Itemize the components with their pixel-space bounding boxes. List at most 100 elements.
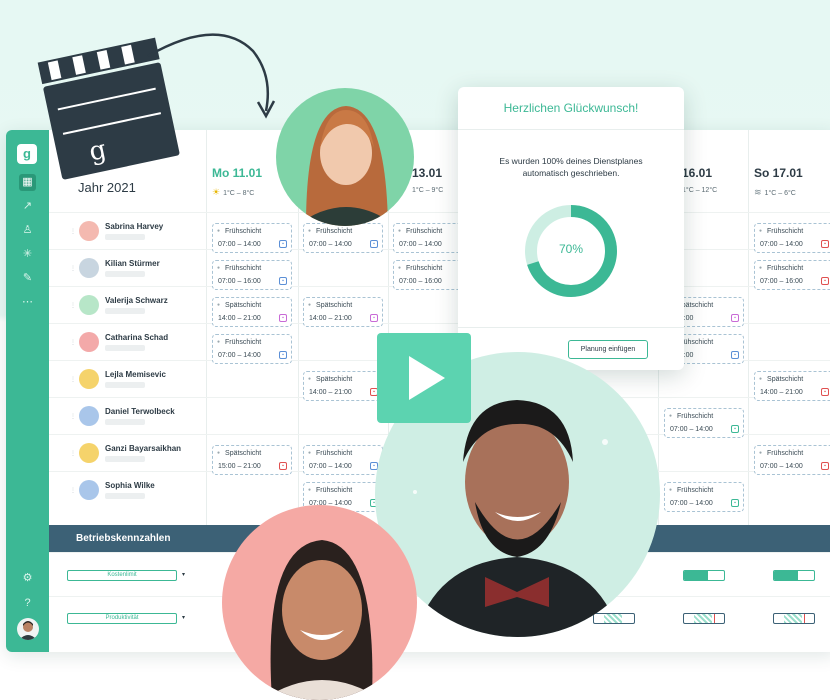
user-icon[interactable]: ♙ [19, 222, 36, 239]
shift-badge-icon: ▪ [279, 314, 287, 322]
shift-badge-icon: ▪ [821, 277, 829, 285]
shift-type: Frühschicht [669, 487, 713, 494]
shift-card[interactable]: Frühschicht07:00 – 14:00▪ [664, 482, 744, 512]
day-temp: 1°C – 12°C [682, 187, 718, 194]
drag-handle-icon[interactable]: ⋮ [70, 302, 76, 309]
shift-card[interactable]: Frühschicht07:00 – 14:00▪ [212, 334, 292, 364]
chevron-down-icon[interactable]: ▾ [182, 614, 185, 621]
shift-card[interactable]: Frühschicht07:00 – 14:00▪ [303, 223, 383, 253]
avatar [79, 369, 99, 389]
drag-handle-icon[interactable]: ⋮ [70, 376, 76, 383]
insert-planning-button[interactable]: Planung einfügen [568, 340, 648, 359]
avatar [79, 295, 99, 315]
shift-type: Spätschicht [759, 376, 803, 383]
shift-card[interactable]: Spätschicht 15:00 – 21:00 ▪ [212, 445, 292, 475]
cost-limit-select[interactable]: Kostenlimit [67, 570, 177, 581]
shift-badge-icon: ▪ [279, 277, 287, 285]
shift-type: Frühschicht [759, 450, 803, 457]
shift-time: 07:00 – 16:00 [399, 278, 442, 285]
shift-badge-icon: ▪ [279, 240, 287, 248]
shift-card[interactable]: Frühschicht07:00 – 14:00▪ [303, 445, 383, 475]
shift-time: 07:00 – 14:00 [309, 463, 352, 470]
productivity-bar [593, 613, 635, 624]
settings-icon[interactable]: ✳ [19, 246, 36, 263]
employee-subtitle [105, 234, 145, 240]
shift-badge-icon: ▪ [731, 314, 739, 322]
avatar [79, 258, 99, 278]
shift-type: Frühschicht [759, 265, 803, 272]
team-member-photo [222, 505, 417, 700]
sidebar-rail: g ▦ ↗ ♙ ✳ ✎ ⋯ ⚙ ? [6, 130, 49, 652]
shift-card[interactable]: Frühschicht 07:00 – 16:00 ▪ [212, 260, 292, 290]
user-avatar[interactable] [17, 618, 39, 640]
shift-type: Frühschicht [669, 413, 713, 420]
productivity-marker [804, 614, 805, 623]
shift-card[interactable]: Frühschicht 07:00 – 16:00 ▪ [754, 260, 830, 290]
shift-type: Frühschicht [217, 339, 261, 346]
shift-card[interactable]: Spätschicht14:00 – 21:00▪ [303, 371, 383, 401]
productivity-range [694, 614, 712, 623]
drag-handle-icon[interactable]: ⋮ [70, 487, 76, 494]
employee-subtitle [105, 345, 145, 351]
day-date: 13.01 [412, 166, 443, 180]
drag-handle-icon[interactable]: ⋮ [70, 413, 76, 420]
cost-limit-bar [773, 570, 815, 581]
play-video-button[interactable] [377, 333, 471, 423]
wind-icon: ≋ [754, 187, 762, 197]
shift-type: Spätschicht [217, 302, 261, 309]
shift-card[interactable]: Frühschicht 07:00 – 14:00 ▪ [754, 445, 830, 475]
employee-subtitle [105, 271, 145, 277]
shift-card[interactable]: Frühschicht07:00 – 14:00▪ [754, 223, 830, 253]
success-dialog: Herzlichen Glückwunsch! Es wurden 100% d… [458, 87, 684, 370]
day-header[interactable]: 16.01 1°C – 12°C [682, 166, 717, 194]
employee-name: Valerija Schwarz [105, 296, 168, 305]
cost-limit-fill [684, 571, 708, 580]
productivity-marker [714, 614, 715, 623]
sun-icon: ☀ [212, 187, 221, 197]
cost-limit-bar [683, 570, 725, 581]
shift-card[interactable]: Frühschicht07:00 – 14:00▪ [212, 223, 292, 253]
shift-time: 07:00 – 14:00 [760, 241, 803, 248]
shift-card[interactable]: Frühschicht07:00 – 14:00▪ [664, 408, 744, 438]
drag-handle-icon[interactable]: ⋮ [70, 265, 76, 272]
chart-icon[interactable]: ↗ [19, 198, 36, 215]
avatar [79, 406, 99, 426]
shift-time: 14:00 – 21:00 [760, 389, 803, 396]
more-icon[interactable]: ⋯ [19, 294, 36, 311]
shift-card[interactable]: Spätschicht14:00 – 21:00▪ [303, 297, 383, 327]
avatar [79, 443, 99, 463]
employee-subtitle [105, 493, 145, 499]
employee-name: Lejla Memisevic [105, 370, 166, 379]
productivity-range [604, 614, 622, 623]
shift-card[interactable]: Spätschicht 14:00 – 21:00 ▪ [212, 297, 292, 327]
shift-type: Frühschicht [759, 228, 803, 235]
chevron-down-icon[interactable]: ▾ [182, 571, 185, 578]
pen-icon[interactable]: ✎ [19, 270, 36, 287]
help-icon[interactable]: ? [19, 595, 36, 612]
employee-name: Kilian Stürmer [105, 259, 160, 268]
drag-handle-icon[interactable]: ⋮ [70, 228, 76, 235]
day-header[interactable]: 13.01 1°C – 9°C [412, 166, 443, 194]
shift-type: Frühschicht [398, 265, 442, 272]
shift-time: 07:00 – 14:00 [218, 241, 261, 248]
productivity-select[interactable]: Produktivität [67, 613, 177, 624]
shift-time: 07:00 – 14:00 [218, 352, 261, 359]
day-header[interactable]: So 17.01 ≋ 1°C – 6°C [754, 166, 803, 198]
shift-type: Frühschicht [308, 228, 352, 235]
shift-badge-icon: ▪ [821, 462, 829, 470]
shift-time: 07:00 – 14:00 [760, 463, 803, 470]
shift-type: Spätschicht [308, 376, 352, 383]
dialog-divider [458, 327, 684, 328]
day-temp: 1°C – 8°C [223, 190, 255, 197]
shift-badge-icon: ▪ [821, 388, 829, 396]
shift-badge-icon: ▪ [731, 499, 739, 507]
drag-handle-icon[interactable]: ⋮ [70, 450, 76, 457]
gear-icon[interactable]: ⚙ [19, 570, 36, 587]
drag-handle-icon[interactable]: ⋮ [70, 339, 76, 346]
shift-time: 14:00 – 21:00 [218, 315, 261, 322]
clapperboard-illustration: g [37, 33, 276, 180]
dialog-message: Es wurden 100% deines Dienstplanes autom… [499, 156, 643, 178]
shift-card[interactable]: Spätschicht 14:00 – 21:00 ▪ [754, 371, 830, 401]
shift-time: 14:00 – 21:00 [309, 315, 352, 322]
avatar [79, 332, 99, 352]
